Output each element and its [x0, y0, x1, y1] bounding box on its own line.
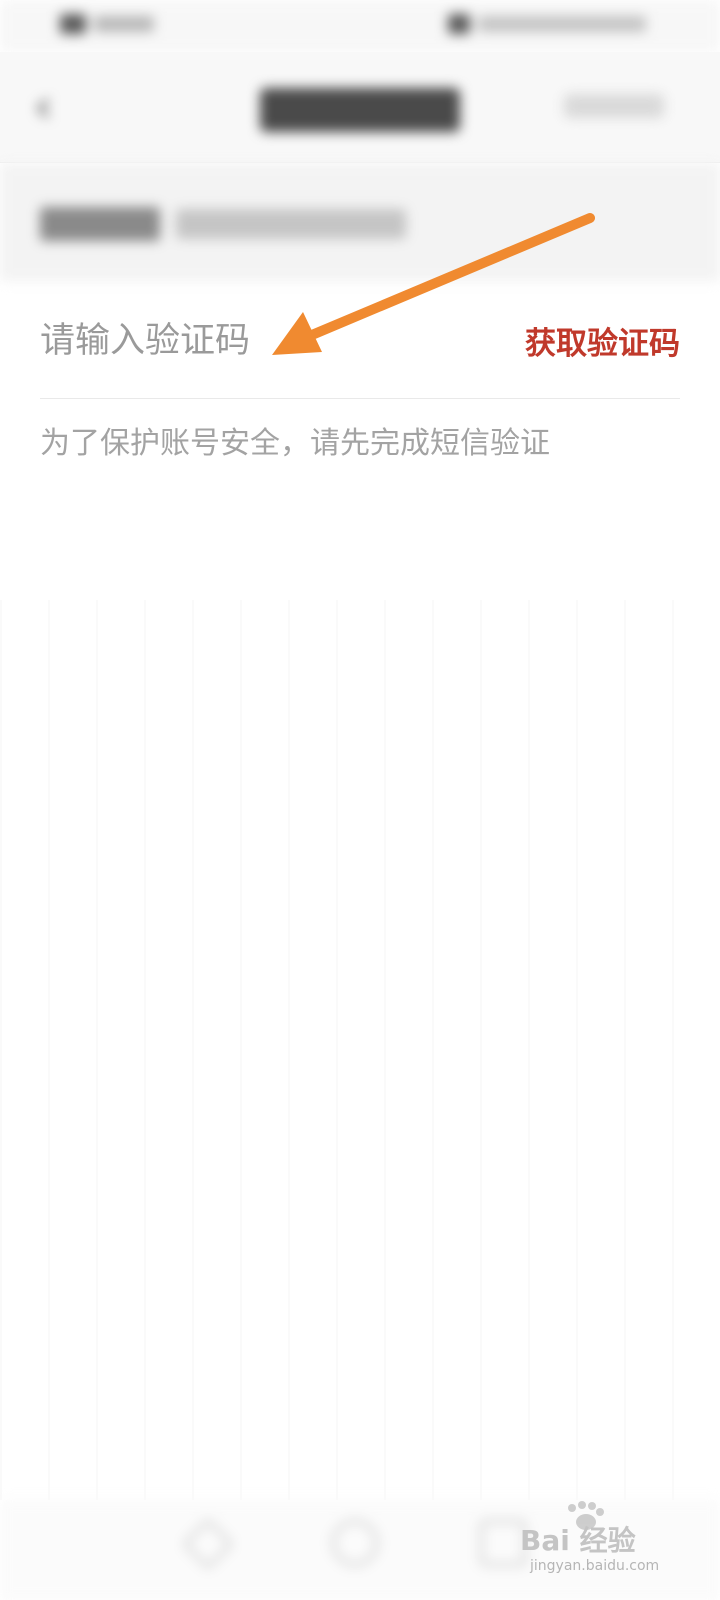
- phone-row: [0, 163, 720, 281]
- watermark-brand: Bai 经验: [520, 1524, 636, 1557]
- baidu-paw-icon: Bai 经验: [520, 1501, 636, 1557]
- nav-bar: ‹: [0, 52, 720, 163]
- background-stripes: [0, 600, 720, 1500]
- nav-right-action[interactable]: [564, 94, 664, 118]
- security-hint: 为了保护账号安全，请先完成短信验证: [40, 426, 550, 461]
- status-bar: [0, 0, 720, 52]
- verify-sms-screen: ‹ 获取验证码 为了保护账号安全，请先完成短信验证 Bai 经验: [0, 0, 720, 1600]
- verification-code-input[interactable]: [40, 314, 460, 368]
- network-status: [94, 16, 154, 32]
- bluetooth-icon: [448, 14, 470, 34]
- watermark-domain: jingyan.baidu.com: [530, 1558, 660, 1574]
- phone-label: [40, 207, 160, 241]
- get-code-button[interactable]: 获取验证码: [525, 316, 680, 364]
- chevron-left-icon[interactable]: ‹: [34, 78, 74, 134]
- page-title: [260, 88, 460, 132]
- status-left: [60, 12, 160, 36]
- status-right: [448, 12, 648, 36]
- system-home-icon[interactable]: [332, 1520, 378, 1566]
- phone-number: [176, 209, 406, 239]
- verification-code-row: 获取验证码: [40, 292, 680, 399]
- battery-time: [478, 16, 646, 32]
- watermark: Bai 经验 jingyan.baidu.com: [520, 1500, 680, 1580]
- signal-icon: [60, 14, 86, 34]
- system-back-icon[interactable]: [182, 1518, 234, 1570]
